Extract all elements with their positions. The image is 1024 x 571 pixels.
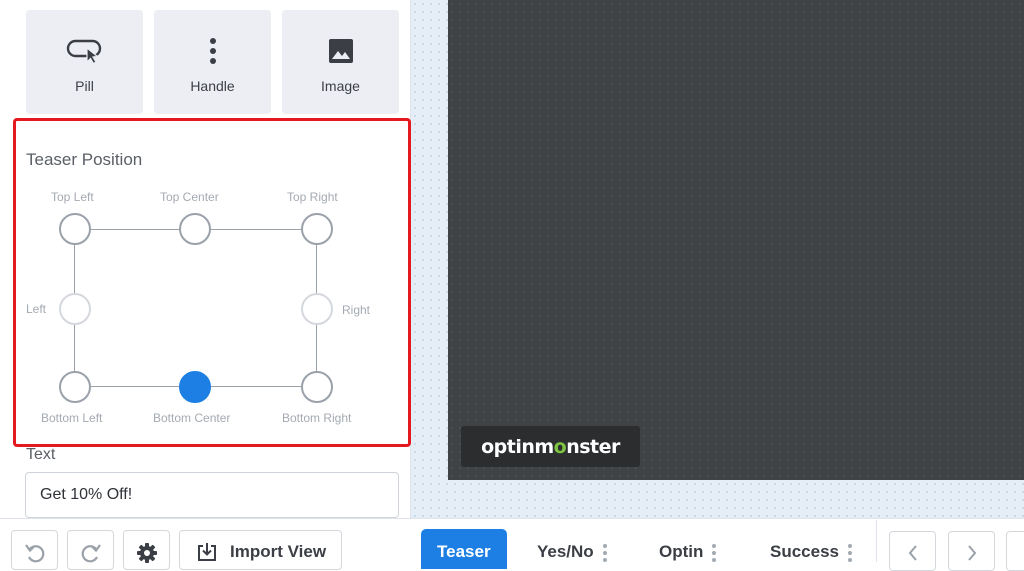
teaser-text-input[interactable] bbox=[25, 472, 399, 518]
logo-text-prefix: optinm bbox=[481, 435, 554, 458]
position-radio-left[interactable] bbox=[59, 293, 91, 325]
import-view-label: Import View bbox=[230, 542, 327, 561]
logo-text-suffix: nster bbox=[566, 435, 620, 458]
gear-icon bbox=[136, 542, 158, 569]
teaser-position-title: Teaser Position bbox=[26, 150, 143, 169]
previous-view-button[interactable] bbox=[889, 531, 936, 571]
style-option-label: Handle bbox=[190, 78, 235, 94]
tab-optin[interactable]: Optin bbox=[659, 529, 717, 569]
position-label-top-center: Top Center bbox=[160, 190, 219, 204]
position-radio-right[interactable] bbox=[301, 293, 333, 325]
position-label-top-right: Top Right bbox=[287, 190, 338, 204]
redo-button[interactable] bbox=[67, 530, 114, 570]
kebab-menu-icon[interactable] bbox=[712, 544, 717, 567]
style-option-handle[interactable]: Handle bbox=[154, 10, 271, 114]
position-radio-bottom-left[interactable] bbox=[59, 371, 91, 403]
chevron-right-icon bbox=[967, 545, 977, 566]
tab-bar-divider bbox=[876, 520, 877, 562]
undo-icon bbox=[24, 542, 46, 569]
tab-label: Success bbox=[770, 542, 839, 561]
position-radio-bottom-center[interactable] bbox=[179, 371, 211, 403]
style-option-label: Image bbox=[321, 78, 360, 94]
style-option-label: Pill bbox=[75, 78, 94, 94]
style-option-image[interactable]: Image bbox=[282, 10, 399, 114]
tab-label: Optin bbox=[659, 542, 704, 561]
redo-icon bbox=[80, 542, 102, 569]
position-label-top-left: Top Left bbox=[51, 190, 94, 204]
next-view-button[interactable] bbox=[948, 531, 995, 571]
kebab-menu-icon[interactable] bbox=[848, 544, 852, 567]
position-label-right: Right bbox=[342, 303, 371, 317]
logo-monster: o bbox=[553, 435, 567, 458]
position-radio-top-right[interactable] bbox=[301, 213, 333, 245]
position-outline-rect bbox=[74, 229, 317, 387]
tab-label: Teaser bbox=[437, 542, 491, 561]
text-field-label: Text bbox=[26, 446, 56, 463]
position-radio-bottom-right[interactable] bbox=[301, 371, 333, 403]
position-label-left: Left bbox=[26, 302, 47, 316]
tab-success[interactable]: Success bbox=[770, 529, 852, 569]
import-icon bbox=[196, 542, 230, 567]
position-label-bottom-left: Bottom Left bbox=[41, 411, 103, 425]
vertical-dots-icon bbox=[208, 36, 218, 66]
optinmonster-logo: optinm o nster bbox=[461, 426, 640, 467]
position-label-bottom-center: Bottom Center bbox=[153, 411, 231, 425]
position-label-bottom-right: Bottom Right bbox=[282, 411, 352, 425]
tab-teaser[interactable]: Teaser bbox=[421, 529, 507, 569]
style-option-pill[interactable]: Pill bbox=[26, 10, 143, 114]
tab-label: Yes/No bbox=[537, 542, 594, 561]
tab-yes-no[interactable]: Yes/No bbox=[537, 529, 607, 569]
chevron-left-icon bbox=[908, 545, 918, 566]
import-view-button[interactable]: Import View bbox=[179, 530, 342, 570]
campaign-preview[interactable] bbox=[448, 0, 1024, 480]
image-icon bbox=[328, 36, 354, 66]
more-views-button[interactable] bbox=[1006, 531, 1024, 571]
position-radio-top-left[interactable] bbox=[59, 213, 91, 245]
kebab-menu-icon[interactable] bbox=[602, 544, 607, 567]
undo-button[interactable] bbox=[11, 530, 58, 570]
position-radio-top-center[interactable] bbox=[179, 213, 211, 245]
pill-cursor-icon bbox=[66, 36, 104, 66]
settings-button[interactable] bbox=[123, 530, 170, 570]
